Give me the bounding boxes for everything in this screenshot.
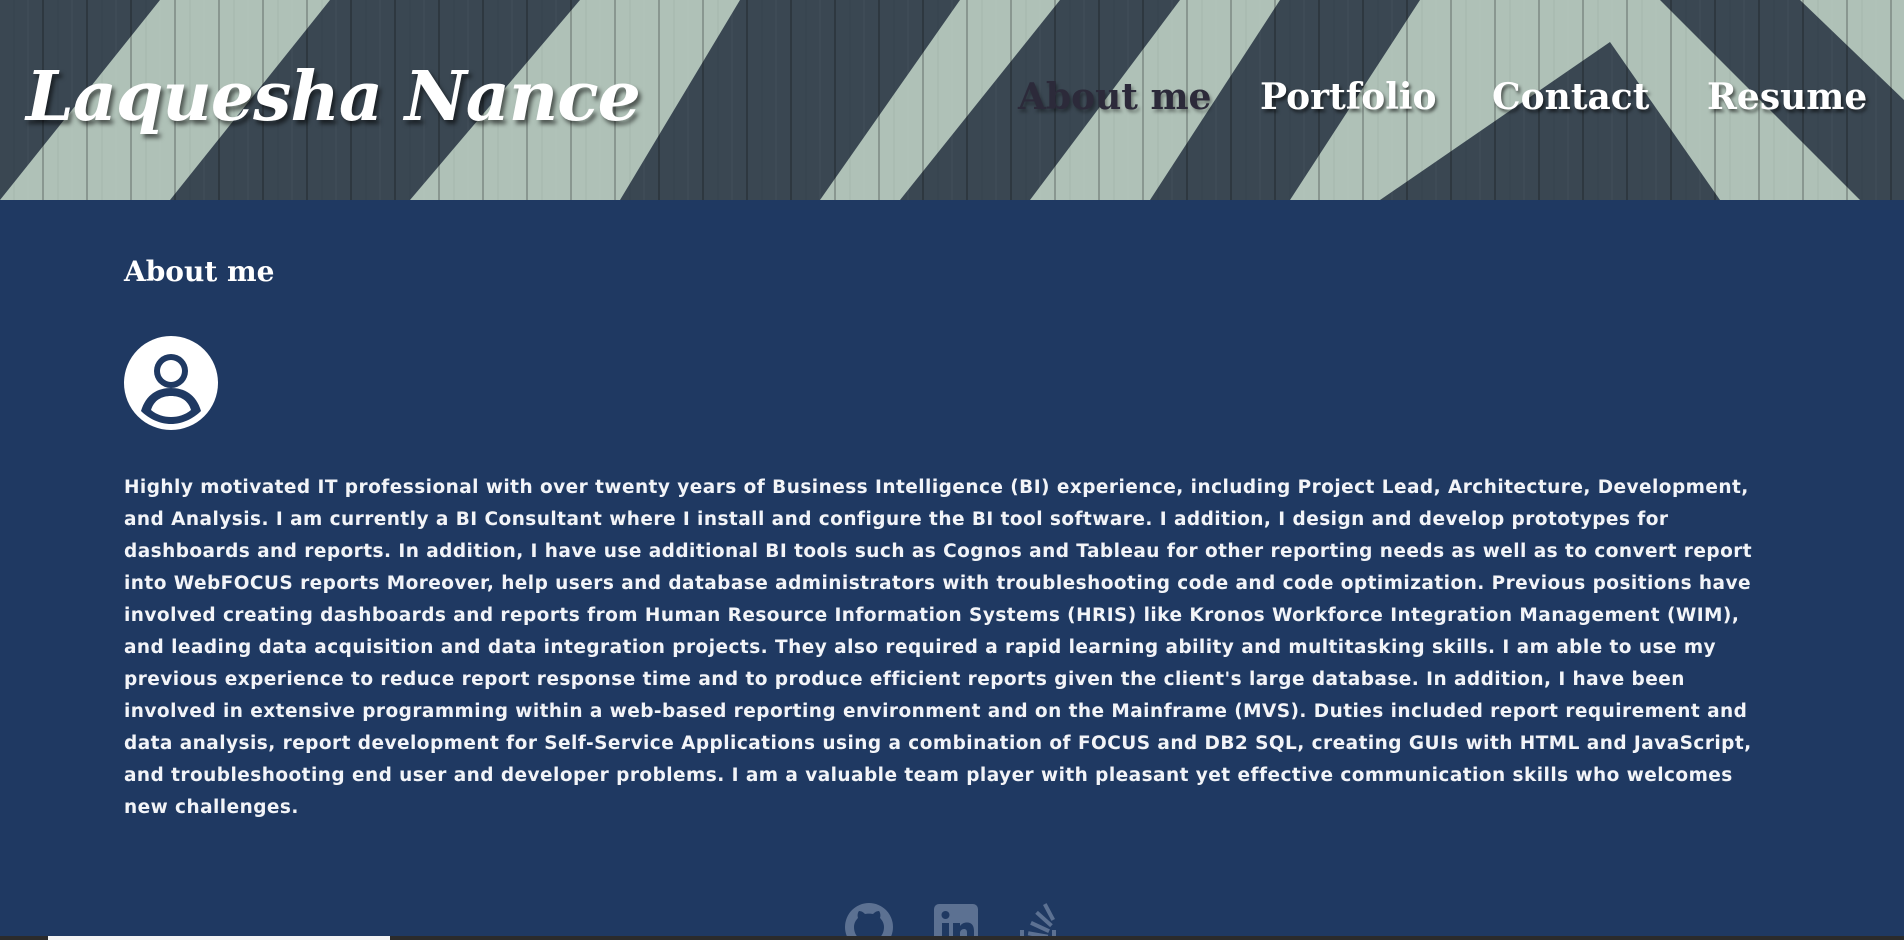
- main-nav: About me Portfolio Contact Resume: [0, 72, 1904, 122]
- linkedin-icon[interactable]: [932, 902, 982, 940]
- site-header: Laquesha Nance About me Portfolio Contac…: [0, 0, 1904, 200]
- about-section: About me Highly motivated IT professiona…: [0, 200, 1904, 940]
- nav-portfolio[interactable]: Portfolio: [1260, 72, 1437, 122]
- nav-about-me[interactable]: About me: [1018, 72, 1211, 122]
- horizontal-scrollbar-thumb[interactable]: [48, 936, 390, 940]
- bio-text: Highly motivated IT professional with ov…: [124, 477, 1753, 818]
- social-links: [840, 902, 1070, 940]
- page: Laquesha Nance About me Portfolio Contac…: [0, 0, 1904, 940]
- nav-resume[interactable]: Resume: [1707, 72, 1867, 122]
- section-title: About me: [124, 255, 275, 288]
- github-icon[interactable]: [844, 902, 894, 940]
- stack-overflow-icon[interactable]: [1014, 902, 1064, 940]
- user-circle-icon: [124, 336, 218, 430]
- nav-contact[interactable]: Contact: [1492, 72, 1649, 122]
